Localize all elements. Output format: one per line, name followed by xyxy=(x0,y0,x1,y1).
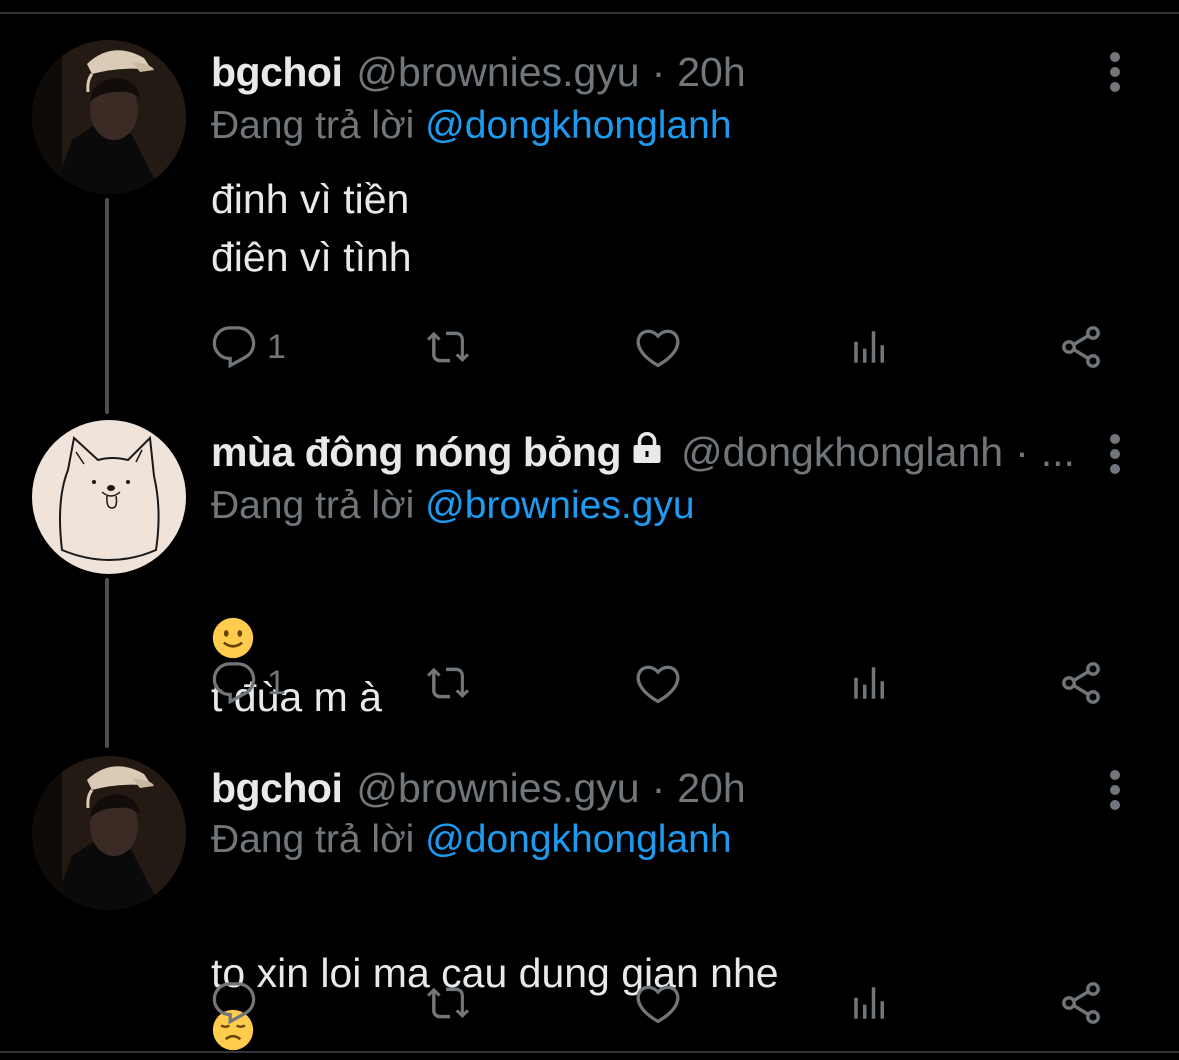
like-icon xyxy=(635,660,681,706)
more-vertical-icon[interactable] xyxy=(1104,48,1126,96)
user-photo-avatar-icon xyxy=(32,756,186,910)
reply-count: 1 xyxy=(267,664,286,703)
reply-icon xyxy=(211,324,257,370)
mention-link[interactable]: @dongkhonglanh xyxy=(425,818,731,861)
share-button[interactable] xyxy=(1057,658,1105,708)
like-button[interactable] xyxy=(635,322,681,372)
slightly-smiling-face-icon xyxy=(211,616,255,660)
separator: · xyxy=(1015,422,1029,482)
retweet-button[interactable] xyxy=(421,658,475,708)
tweet[interactable]: bgchoi @brownies.gyu · 20h Đang trả lời … xyxy=(0,756,1179,1046)
avatar[interactable] xyxy=(32,756,186,910)
views-icon xyxy=(849,662,891,704)
views-icon xyxy=(849,982,891,1024)
views-button[interactable] xyxy=(849,322,891,372)
dog-drawing-avatar-icon xyxy=(32,420,186,574)
tweet-text: đinh vì tiền điên vì tình xyxy=(211,170,412,286)
tweet-text: to xin loi ma cau dung gian nhe xyxy=(211,886,779,1060)
handle[interactable]: @dongkhonglanh xyxy=(681,422,1003,482)
reply-icon xyxy=(211,660,257,706)
tweet-header: mùa đông nóng bỏng @dongkhonglanh · ... xyxy=(211,422,1075,482)
separator: · xyxy=(652,758,666,818)
mention-link[interactable]: @brownies.gyu xyxy=(425,484,694,527)
lock-icon xyxy=(627,430,667,466)
timestamp[interactable]: 20h xyxy=(677,42,745,102)
timestamp[interactable]: 20h xyxy=(677,758,745,818)
replying-prefix: Đang trả lời xyxy=(211,818,414,861)
reply-button[interactable] xyxy=(211,978,267,1028)
tweet[interactable]: mùa đông nóng bỏng @dongkhonglanh · ... … xyxy=(0,420,1179,720)
handle[interactable]: @brownies.gyu xyxy=(356,42,639,102)
like-icon xyxy=(635,324,681,370)
avatar[interactable] xyxy=(32,40,186,194)
retweet-button[interactable] xyxy=(421,978,475,1028)
replying-to: Đang trả lời @brownies.gyu xyxy=(211,478,695,534)
display-name[interactable]: bgchoi xyxy=(211,42,342,102)
replying-to: Đang trả lời @dongkhonglanh xyxy=(211,812,732,868)
share-button[interactable] xyxy=(1057,978,1105,1028)
retweet-icon xyxy=(421,324,475,370)
action-bar: 1 xyxy=(211,658,1111,708)
display-name[interactable]: bgchoi xyxy=(211,758,342,818)
replying-prefix: Đang trả lời xyxy=(211,484,414,527)
views-icon xyxy=(849,326,891,368)
views-button[interactable] xyxy=(849,978,891,1028)
reply-count: 1 xyxy=(267,328,286,367)
reply-button[interactable]: 1 xyxy=(211,322,286,372)
share-button[interactable] xyxy=(1057,322,1105,372)
action-bar xyxy=(211,978,1111,1028)
like-button[interactable] xyxy=(635,658,681,708)
tweet-header: bgchoi @brownies.gyu · 20h xyxy=(211,758,746,818)
like-button[interactable] xyxy=(635,978,681,1028)
views-button[interactable] xyxy=(849,658,891,708)
separator: · xyxy=(652,42,666,102)
reply-button[interactable]: 1 xyxy=(211,658,286,708)
retweet-button[interactable] xyxy=(421,322,475,372)
like-icon xyxy=(635,980,681,1026)
timestamp[interactable]: ... xyxy=(1041,422,1075,482)
action-bar: 1 xyxy=(211,322,1111,372)
more-vertical-icon[interactable] xyxy=(1104,766,1126,814)
share-icon xyxy=(1057,979,1105,1027)
more-vertical-icon[interactable] xyxy=(1104,430,1126,478)
tweet-header: bgchoi @brownies.gyu · 20h xyxy=(211,42,746,102)
share-icon xyxy=(1057,323,1105,371)
top-divider xyxy=(0,12,1179,14)
avatar[interactable] xyxy=(32,420,186,574)
replying-to: Đang trả lời @dongkhonglanh xyxy=(211,98,732,154)
share-icon xyxy=(1057,659,1105,707)
retweet-icon xyxy=(421,660,475,706)
user-photo-avatar-icon xyxy=(32,40,186,194)
mention-link[interactable]: @dongkhonglanh xyxy=(425,104,731,147)
replying-prefix: Đang trả lời xyxy=(211,104,414,147)
tweet[interactable]: bgchoi @brownies.gyu · 20h Đang trả lời … xyxy=(0,40,1179,380)
retweet-icon xyxy=(421,980,475,1026)
handle[interactable]: @brownies.gyu xyxy=(356,758,639,818)
display-name[interactable]: mùa đông nóng bỏng xyxy=(211,422,621,482)
reply-icon xyxy=(211,980,257,1026)
